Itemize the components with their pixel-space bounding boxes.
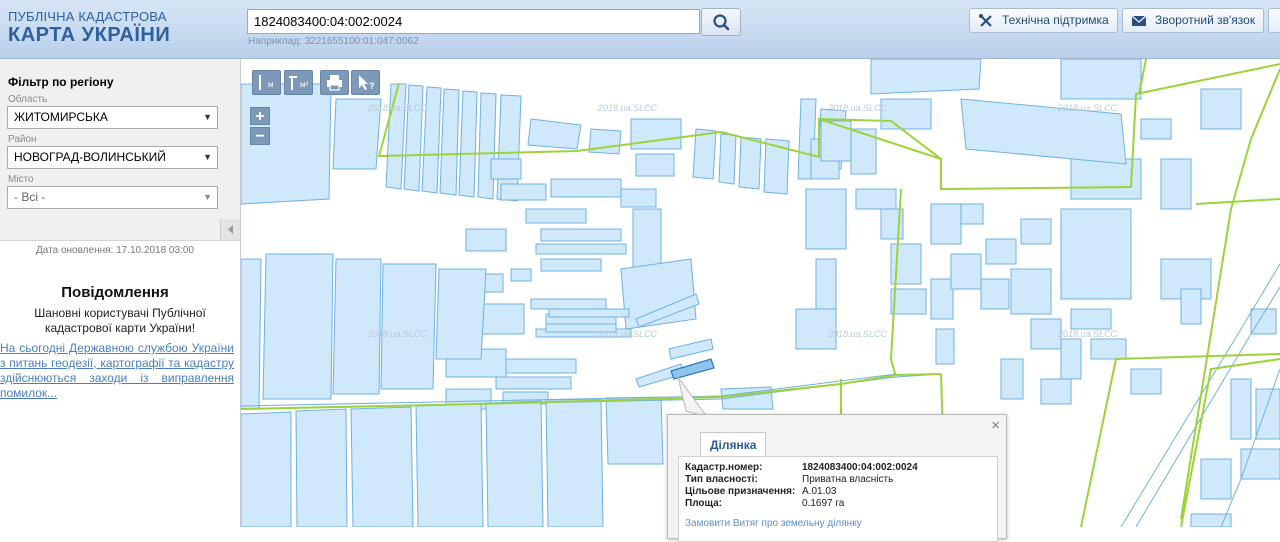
identify-button[interactable]: ?	[351, 70, 380, 95]
printer-icon	[327, 75, 342, 91]
ruler-icon	[259, 75, 261, 90]
order-extract-link[interactable]: Замовити Витяг про земельну ділянку	[685, 518, 862, 529]
search-button[interactable]	[701, 8, 741, 36]
support-button[interactable]: Технічна підтримка	[969, 8, 1118, 33]
row-value: A.01.03	[802, 486, 837, 497]
misto-value: - Всі -	[14, 190, 46, 204]
notice-link[interactable]: На сьогодні Державною службою України з …	[0, 341, 234, 401]
row-value: Приватна власність	[802, 474, 894, 485]
row-value: 0.1697 га	[802, 498, 845, 509]
logo-line-2: КАРТА УКРАЇНИ	[8, 24, 171, 46]
oblast-select[interactable]: ЖИТОМИРСЬКА ▼	[7, 106, 218, 129]
feedback-button[interactable]: Зворотний зв'язок	[1122, 8, 1264, 33]
close-icon[interactable]: ×	[991, 417, 1000, 434]
zoom-out-button[interactable]: −	[250, 127, 270, 145]
extra-button[interactable]	[1268, 8, 1280, 33]
dropdown-arrow-icon: ▼	[203, 192, 212, 202]
misto-select[interactable]: - Всі - ▼	[7, 186, 218, 209]
svg-text:?: ?	[369, 81, 375, 91]
misto-label: Місто	[8, 174, 34, 185]
oblast-value: ЖИТОМИРСЬКА	[14, 110, 108, 124]
watermark: 2018.ua.SLCC	[827, 329, 888, 339]
watermark: 2018.ua.SLCC	[827, 103, 888, 113]
area-unit: м²	[300, 80, 309, 89]
zoom-in-button[interactable]: +	[250, 107, 270, 125]
watermark: 2018.ua.SLCC	[367, 103, 428, 113]
support-label: Технічна підтримка	[1002, 13, 1109, 27]
notice-greeting: Шановні користувачі Публічної кадастрово…	[34, 306, 206, 335]
watermark: 2018.ua.SLCC	[1057, 103, 1118, 113]
ruler-unit: м	[268, 80, 274, 89]
search-icon	[713, 14, 730, 31]
row-key: Цільове призначення:	[685, 486, 796, 497]
rayon-label: Район	[8, 134, 37, 145]
dropdown-arrow-icon: ▼	[203, 112, 212, 122]
print-button[interactable]	[320, 70, 349, 95]
region-filter: Фільтр по регіону Область ЖИТОМИРСЬКА ▼ …	[0, 59, 240, 241]
search-example: Наприклад: 3221655100:01:047:0062	[248, 36, 419, 47]
rayon-value: НОВОГРАД-ВОЛИНСЬКИЙ	[14, 150, 166, 164]
parcel-popup: × Ділянка Кадастр.номер: 1824083400:04:0…	[667, 414, 1007, 542]
header: ПУБЛІЧНА КАДАСТРОВА КАРТА УКРАЇНИ Наприк…	[0, 0, 1280, 59]
feedback-label: Зворотний зв'язок	[1155, 13, 1256, 27]
chevron-left-icon	[228, 225, 233, 234]
watermark: 2018.ua.SLCC	[367, 329, 428, 339]
watermark: 2018.ua.SLCC	[597, 329, 658, 339]
parcel-info: Кадастр.номер: 1824083400:04:002:0024 Ти…	[678, 456, 998, 542]
row-key: Кадастр.номер:	[685, 462, 763, 473]
watermark: 2018.ua.SLCC	[597, 103, 658, 113]
envelope-icon	[1131, 15, 1147, 26]
logo-line-1: ПУБЛІЧНА КАДАСТРОВА	[8, 9, 167, 24]
row-value: 1824083400:04:002:0024	[802, 462, 918, 473]
update-date: Дата оновлення: 17.10.2018 03:00	[36, 245, 194, 256]
row-key: Тип власності:	[685, 474, 758, 485]
tools-icon	[979, 14, 992, 27]
dropdown-arrow-icon: ▼	[203, 152, 212, 162]
ruler-tool-button[interactable]: м	[252, 70, 281, 95]
logo[interactable]: ПУБЛІЧНА КАДАСТРОВА КАРТА УКРАЇНИ	[8, 10, 170, 45]
filter-title: Фільтр по регіону	[8, 75, 114, 89]
collapse-sidebar-button[interactable]	[220, 219, 240, 240]
oblast-label: Область	[8, 94, 48, 105]
area-tool-button[interactable]: м²	[284, 70, 313, 95]
cadastral-search-input[interactable]	[247, 9, 700, 34]
cursor-question-icon: ?	[359, 75, 375, 91]
notice-title: Повідомлення	[61, 284, 169, 301]
watermark: 2018.ua.SLCC	[1057, 329, 1118, 339]
row-key: Площа:	[685, 498, 722, 509]
tab-parcel[interactable]: Ділянка	[700, 432, 767, 457]
sidebar: Фільтр по регіону Область ЖИТОМИРСЬКА ▼ …	[0, 59, 241, 527]
rayon-select[interactable]: НОВОГРАД-ВОЛИНСЬКИЙ ▼	[7, 146, 218, 169]
